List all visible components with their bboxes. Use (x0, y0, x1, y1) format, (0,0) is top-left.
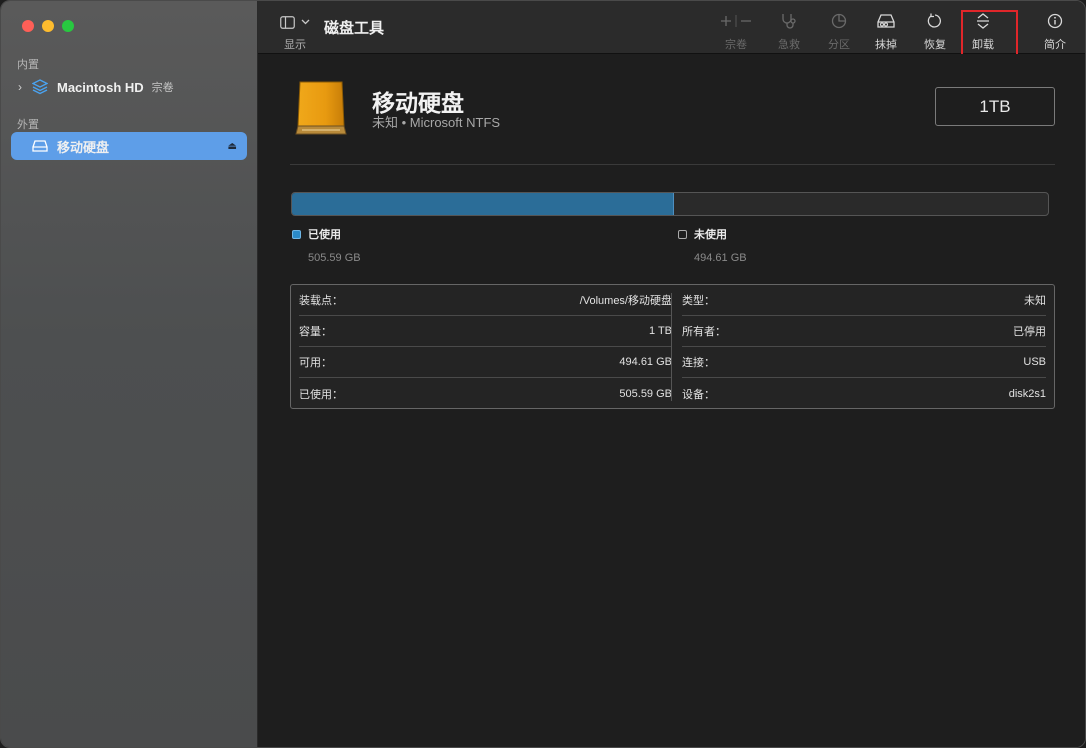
erase-button[interactable]: 抹掉 (875, 11, 897, 52)
partition-label: 分区 (828, 39, 850, 51)
sidebar-item-label: 移动硬盘 (57, 139, 110, 155)
volume-stack-icon (29, 79, 51, 95)
plus-minus-icon (716, 11, 756, 31)
window-controls (22, 20, 74, 32)
sidebar-item-sublabel: 宗卷 (151, 82, 174, 94)
info-value: USB (1023, 356, 1046, 368)
info-row: 容量： 1 TB (299, 316, 672, 347)
info-column-left: 装载点： /Volumes/移动硬盘 容量： 1 TB 可用： 494.61 GB 已… (299, 285, 672, 409)
info-key: 已使用： (299, 388, 343, 401)
sidebar: 内置 › Macintosh HD 宗卷 外置 移动硬盘 ⏏ (1, 1, 258, 747)
volume-button-label: 宗卷 (725, 39, 747, 51)
disclosure-chevron-icon[interactable]: › (11, 80, 29, 94)
info-key: 类型： (682, 295, 715, 307)
close-window-button[interactable] (22, 20, 34, 32)
sidebar-item-macintosh-hd[interactable]: › Macintosh HD 宗卷 (11, 73, 247, 101)
restore-label: 恢复 (924, 39, 946, 51)
sidebar-toggle-icon (280, 15, 295, 29)
zoom-window-button[interactable] (62, 20, 74, 32)
info-value: disk2s1 (1008, 387, 1046, 400)
used-label: 已使用 (308, 229, 341, 241)
info-column-right: 类型： 未知 所有者： 已停用 连接： USB 设备： disk2s1 (682, 285, 1046, 409)
info-icon (1047, 11, 1063, 31)
volume-button[interactable]: 宗卷 (716, 11, 756, 52)
used-swatch (292, 229, 301, 239)
info-key: 设备： (682, 388, 715, 401)
sidebar-item-external-drive[interactable]: 移动硬盘 ⏏ (11, 132, 247, 160)
eject-icon[interactable]: ⏏ (228, 141, 237, 152)
legend-used: 已使用 505.59 GB (292, 226, 361, 264)
free-label: 未使用 (694, 229, 727, 241)
divider (290, 164, 1055, 165)
main-content: 移动硬盘 未知 • Microsoft NTFS 1TB 已使用 505.59 … (258, 54, 1085, 747)
info-key: 连接： (682, 357, 715, 369)
info-row: 装载点： /Volumes/移动硬盘 (299, 285, 672, 316)
minimize-window-button[interactable] (42, 20, 54, 32)
stethoscope-icon (780, 11, 798, 31)
view-menu-button[interactable]: 显示 (280, 13, 310, 52)
first-aid-button[interactable]: 急救 (778, 11, 800, 52)
erase-label: 抹掉 (875, 39, 897, 51)
drive-icon (29, 138, 51, 154)
info-value: /Volumes/移动硬盘 (579, 295, 672, 307)
first-aid-label: 急救 (778, 39, 800, 51)
restore-icon (927, 11, 943, 31)
used-value: 505.59 GB (308, 252, 361, 264)
sidebar-item-label: Macintosh HD (57, 79, 144, 95)
view-label: 显示 (284, 39, 306, 51)
info-value: 已停用 (1013, 326, 1046, 338)
toolbar: 显示 磁盘工具 宗卷 急救 分区 抹掉 恢复 卸载 简介 (258, 1, 1085, 58)
info-row: 已使用： 505.59 GB (299, 378, 672, 409)
info-key: 容量： (299, 326, 332, 338)
info-row: 所有者： 已停用 (682, 316, 1046, 347)
info-key: 可用： (299, 357, 332, 369)
info-row: 类型： 未知 (682, 285, 1046, 316)
info-button[interactable]: 简介 (1044, 11, 1066, 52)
restore-button[interactable]: 恢复 (924, 11, 946, 52)
info-column-separator (671, 293, 672, 401)
free-swatch (678, 229, 687, 239)
external-drive-icon (292, 80, 350, 143)
info-key: 所有者： (682, 326, 726, 338)
partition-button[interactable]: 分区 (828, 11, 850, 52)
unmount-highlight-box (961, 10, 1018, 58)
sidebar-section-internal: 内置 (17, 59, 39, 71)
usage-bar (291, 192, 1049, 216)
info-table: 装载点： /Volumes/移动硬盘 容量： 1 TB 可用： 494.61 GB 已… (290, 284, 1055, 409)
usage-bar-used-fill (292, 193, 675, 215)
info-value: 494.61 GB (619, 356, 672, 368)
pie-partition-icon (831, 11, 847, 31)
info-value: 未知 (1024, 295, 1046, 307)
info-label: 简介 (1044, 39, 1066, 51)
info-value: 1 TB (648, 325, 672, 337)
disk-utility-window: 内置 › Macintosh HD 宗卷 外置 移动硬盘 ⏏ 显示 磁盘工具 宗… (0, 0, 1086, 748)
info-value: 505.59 GB (619, 387, 672, 400)
app-title: 磁盘工具 (324, 20, 385, 37)
info-row: 设备： disk2s1 (682, 378, 1046, 409)
capacity-badge: 1TB (935, 87, 1055, 126)
info-row: 可用： 494.61 GB (299, 347, 672, 378)
erase-drive-icon (877, 11, 895, 31)
sidebar-section-external: 外置 (17, 119, 39, 131)
disk-subtitle: 未知 • Microsoft NTFS (372, 115, 501, 130)
chevron-down-icon (301, 19, 310, 25)
free-value: 494.61 GB (694, 252, 747, 264)
info-row: 连接： USB (682, 347, 1046, 378)
info-key: 装载点： (299, 295, 343, 307)
legend-free: 未使用 494.61 GB (678, 226, 747, 264)
